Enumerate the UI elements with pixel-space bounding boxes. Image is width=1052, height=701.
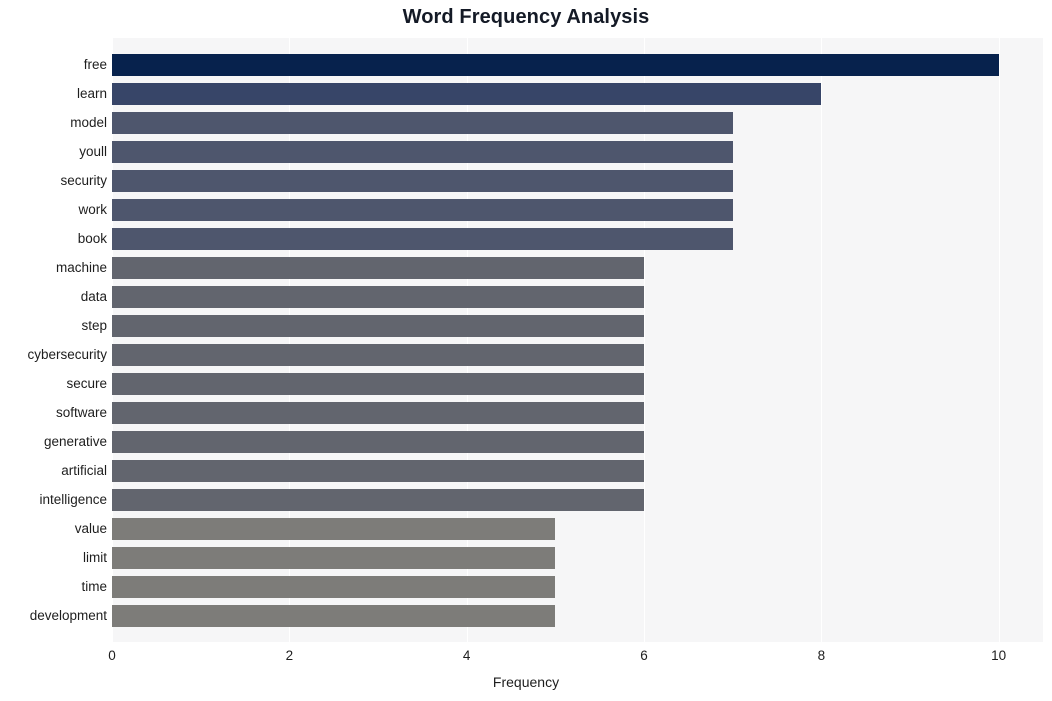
plot-area [112, 38, 1043, 642]
x-gridline [821, 38, 823, 642]
bar [112, 401, 644, 424]
bar [112, 111, 733, 134]
x-tick-label: 2 [285, 648, 294, 663]
x-axis-title: Frequency [492, 674, 560, 690]
y-axis-label: youll [79, 143, 107, 159]
bar [112, 575, 556, 598]
bar [112, 546, 556, 569]
y-axis-label: work [78, 201, 107, 217]
bar [112, 285, 644, 308]
y-axis-label: generative [43, 433, 107, 449]
x-gridline [998, 38, 1000, 642]
bar [112, 372, 644, 395]
y-axis-label: value [74, 520, 107, 536]
y-axis-label: step [81, 317, 107, 333]
y-axis-label: model [70, 114, 107, 130]
bar [112, 82, 822, 105]
y-axis-label: cybersecurity [27, 346, 107, 362]
bar [112, 314, 644, 337]
y-axis-label: intelligence [39, 491, 107, 507]
word-frequency-bar-chart: Word Frequency Analysis free learn model yo… [0, 0, 1052, 701]
chart-title: Word Frequency Analysis [402, 6, 650, 28]
y-axis-label: software [55, 404, 107, 420]
bar [112, 53, 999, 76]
y-axis-label: time [81, 578, 107, 594]
bar [112, 604, 556, 627]
y-axis-label: security [60, 172, 107, 188]
y-axis-label: limit [83, 549, 107, 565]
y-axis-label: data [80, 288, 107, 304]
bar [112, 169, 733, 192]
y-axis-category-labels: free learn model youll security work book machi… [0, 38, 107, 642]
y-axis-label: secure [66, 375, 107, 391]
y-axis-label: learn [76, 85, 107, 101]
bar [112, 430, 644, 453]
bar [112, 227, 733, 250]
y-axis-label: book [77, 230, 107, 246]
bar [112, 256, 644, 279]
bar [112, 488, 644, 511]
x-tick-label: 8 [817, 648, 826, 663]
x-tick-label: 6 [640, 648, 648, 663]
bar [112, 343, 644, 366]
y-axis-label: free [83, 56, 107, 72]
x-tick-label: 0 [108, 648, 116, 663]
x-tick-label: 4 [462, 648, 471, 663]
bar [112, 459, 644, 482]
y-axis-label: machine [55, 259, 107, 275]
x-tick-label: 10 [991, 648, 1007, 663]
bar [112, 517, 556, 540]
bar [112, 140, 733, 163]
bar [112, 198, 733, 221]
y-axis-label: development [29, 607, 107, 623]
y-axis-label: artificial [61, 462, 107, 478]
